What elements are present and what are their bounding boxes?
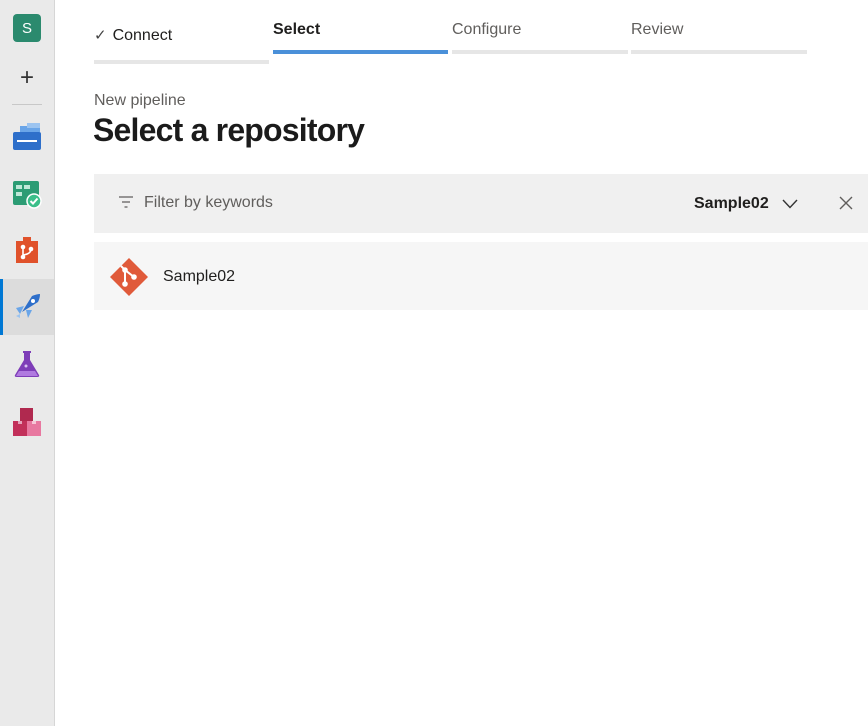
list-item[interactable]: Sample02 (94, 242, 868, 310)
step-connect-bar (94, 60, 269, 64)
step-configure-bar (452, 50, 628, 54)
check-icon: ✓ (94, 27, 107, 44)
filter-icon (119, 196, 133, 208)
step-configure[interactable]: Configure (452, 0, 628, 54)
git-icon (110, 258, 148, 296)
nav-item-repos[interactable] (0, 222, 54, 278)
nav-item-pipelines[interactable] (0, 279, 54, 335)
repo-name: Sample02 (163, 268, 236, 285)
filter-bar: Sample02 (94, 174, 868, 233)
step-review[interactable]: Review (631, 0, 807, 54)
step-select-bar (273, 50, 448, 54)
close-icon[interactable] (838, 195, 854, 211)
page-title: Select a repository (93, 112, 365, 148)
avatar: S (13, 14, 41, 42)
test-plans-icon (14, 351, 40, 377)
boards-icon (13, 181, 42, 209)
nav-item-overview[interactable] (0, 109, 54, 165)
repository-scope-dropdown[interactable]: Sample02 (694, 190, 798, 218)
step-connect-label: ✓ Connect (94, 26, 172, 45)
repos-icon (16, 237, 38, 263)
org-avatar-button[interactable]: S (0, 0, 54, 56)
add-button[interactable]: + (0, 52, 54, 104)
filter-input[interactable] (144, 192, 444, 214)
nav-item-artifacts[interactable] (0, 394, 54, 450)
page-subtitle: New pipeline (94, 92, 186, 109)
step-connect[interactable]: ✓ Connect (94, 0, 269, 64)
overview-icon (13, 123, 41, 150)
plus-icon: + (19, 64, 34, 91)
step-review-bar (631, 50, 807, 54)
step-select[interactable]: Select (273, 0, 448, 54)
rail-divider (12, 104, 42, 105)
artifacts-icon (13, 408, 41, 436)
left-nav-rail: S + (0, 0, 55, 726)
nav-item-test-plans[interactable] (0, 336, 54, 392)
chevron-down-icon (782, 199, 798, 209)
dropdown-selected-value: Sample02 (694, 195, 769, 212)
step-review-label: Review (631, 21, 684, 38)
step-select-label: Select (273, 21, 321, 38)
nav-item-boards[interactable] (0, 166, 54, 222)
step-configure-label: Configure (452, 21, 522, 38)
pipelines-icon (16, 294, 40, 318)
step-connect-text: Connect (112, 27, 173, 44)
